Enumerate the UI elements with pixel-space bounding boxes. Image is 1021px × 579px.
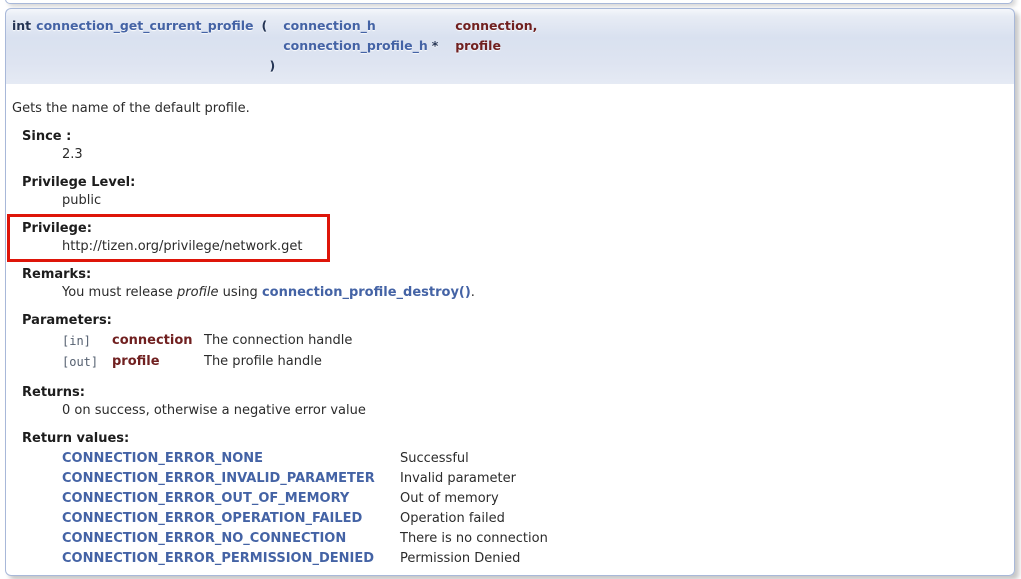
parameters-table: [in] connection The connection handle [o…: [62, 331, 352, 373]
since-label: Since :: [22, 129, 1004, 145]
remarks-text-middle: using: [219, 285, 262, 300]
param-direction: [in]: [62, 334, 91, 348]
error-code-link[interactable]: CONNECTION_ERROR_INVALID_PARAMETER: [62, 471, 375, 486]
close-paren: ): [269, 58, 275, 74]
section-remarks: Remarks: You must release profile using …: [22, 267, 1004, 301]
function-doc-body: Gets the name of the default profile. Si…: [5, 84, 1015, 576]
param-name: connection: [112, 331, 204, 352]
error-code-link[interactable]: CONNECTION_ERROR_PERMISSION_DENIED: [62, 551, 374, 566]
error-code-description: Out of memory: [400, 489, 548, 509]
remarks-text-after: .: [471, 285, 475, 300]
pointer-asterisk: *: [432, 38, 439, 53]
remarks-text-before: You must release: [62, 285, 177, 300]
error-code-description: Successful: [400, 449, 548, 469]
remarks-emphasis: profile: [177, 285, 219, 300]
signature-table: int connection_get_current_profile ( conn…: [8, 16, 541, 76]
error-code-link[interactable]: CONNECTION_ERROR_OPERATION_FAILED: [62, 511, 362, 526]
open-paren: (: [261, 18, 267, 33]
error-code-description: Permission Denied: [400, 549, 548, 569]
error-code-description: Invalid parameter: [400, 469, 548, 489]
param-name: profile: [112, 352, 204, 373]
function-name: connection_get_current_profile: [36, 18, 253, 33]
param-type-link-connection-profile-h[interactable]: connection_profile_h: [283, 38, 428, 53]
parameters-label: Parameters:: [22, 313, 1004, 329]
returns-value: 0 on success, otherwise a negative error…: [62, 403, 1004, 419]
privilege-highlight-wrapper: Privilege: http://tizen.org/privilege/ne…: [12, 221, 1004, 255]
remarks-label: Remarks:: [22, 267, 1004, 283]
param-direction: [out]: [62, 355, 98, 369]
privilege-level-label: Privilege Level:: [22, 175, 1004, 191]
error-code-link[interactable]: CONNECTION_ERROR_NO_CONNECTION: [62, 531, 346, 546]
privilege-label: Privilege:: [22, 221, 1004, 237]
section-since: Since : 2.3: [22, 129, 1004, 163]
return-value-row: CONNECTION_ERROR_OPERATION_FAILED Operat…: [62, 509, 548, 529]
previous-memitem-edge: [5, 0, 1013, 4]
since-value: 2.3: [62, 147, 1004, 163]
param-name-connection: connection,: [455, 18, 537, 33]
link-connection-profile-destroy[interactable]: connection_profile_destroy(): [262, 285, 471, 300]
returns-label: Returns:: [22, 385, 1004, 401]
privilege-level-value: public: [62, 193, 1004, 209]
privilege-value: http://tizen.org/privilege/network.get: [62, 239, 1004, 255]
return-value-row: CONNECTION_ERROR_OUT_OF_MEMORY Out of me…: [62, 489, 548, 509]
section-privilege-level: Privilege Level: public: [22, 175, 1004, 209]
return-values-label: Return values:: [22, 431, 1004, 447]
error-code-link[interactable]: CONNECTION_ERROR_OUT_OF_MEMORY: [62, 491, 349, 506]
param-type-link-connection-h[interactable]: connection_h: [283, 18, 376, 33]
parameter-row: [in] connection The connection handle: [62, 331, 352, 352]
api-documentation-page: int connection_get_current_profile ( conn…: [0, 0, 1021, 579]
param-name-profile: profile: [455, 38, 501, 53]
return-values-table: CONNECTION_ERROR_NONE Successful CONNECT…: [62, 449, 548, 569]
return-value-row: CONNECTION_ERROR_PERMISSION_DENIED Permi…: [62, 549, 548, 569]
error-code-description: There is no connection: [400, 529, 548, 549]
section-returns: Returns: 0 on success, otherwise a negat…: [22, 385, 1004, 419]
parameter-row: [out] profile The profile handle: [62, 352, 352, 373]
error-code-link[interactable]: CONNECTION_ERROR_NONE: [62, 451, 263, 466]
section-return-values: Return values: CONNECTION_ERROR_NONE Suc…: [22, 431, 1004, 569]
param-description: The profile handle: [204, 352, 352, 373]
function-description: Gets the name of the default profile.: [12, 101, 1004, 117]
return-value-row: CONNECTION_ERROR_NONE Successful: [62, 449, 548, 469]
function-signature-header: int connection_get_current_profile ( conn…: [5, 8, 1015, 84]
return-type: int: [12, 18, 31, 33]
function-doc-box: int connection_get_current_profile ( conn…: [5, 8, 1015, 576]
remarks-text: You must release profile using connectio…: [62, 285, 1004, 301]
section-privilege: Privilege: http://tizen.org/privilege/ne…: [22, 221, 1004, 255]
return-value-row: CONNECTION_ERROR_NO_CONNECTION There is …: [62, 529, 548, 549]
section-parameters: Parameters: [in] connection The connecti…: [22, 313, 1004, 373]
param-description: The connection handle: [204, 331, 352, 352]
error-code-description: Operation failed: [400, 509, 548, 529]
return-value-row: CONNECTION_ERROR_INVALID_PARAMETER Inval…: [62, 469, 548, 489]
